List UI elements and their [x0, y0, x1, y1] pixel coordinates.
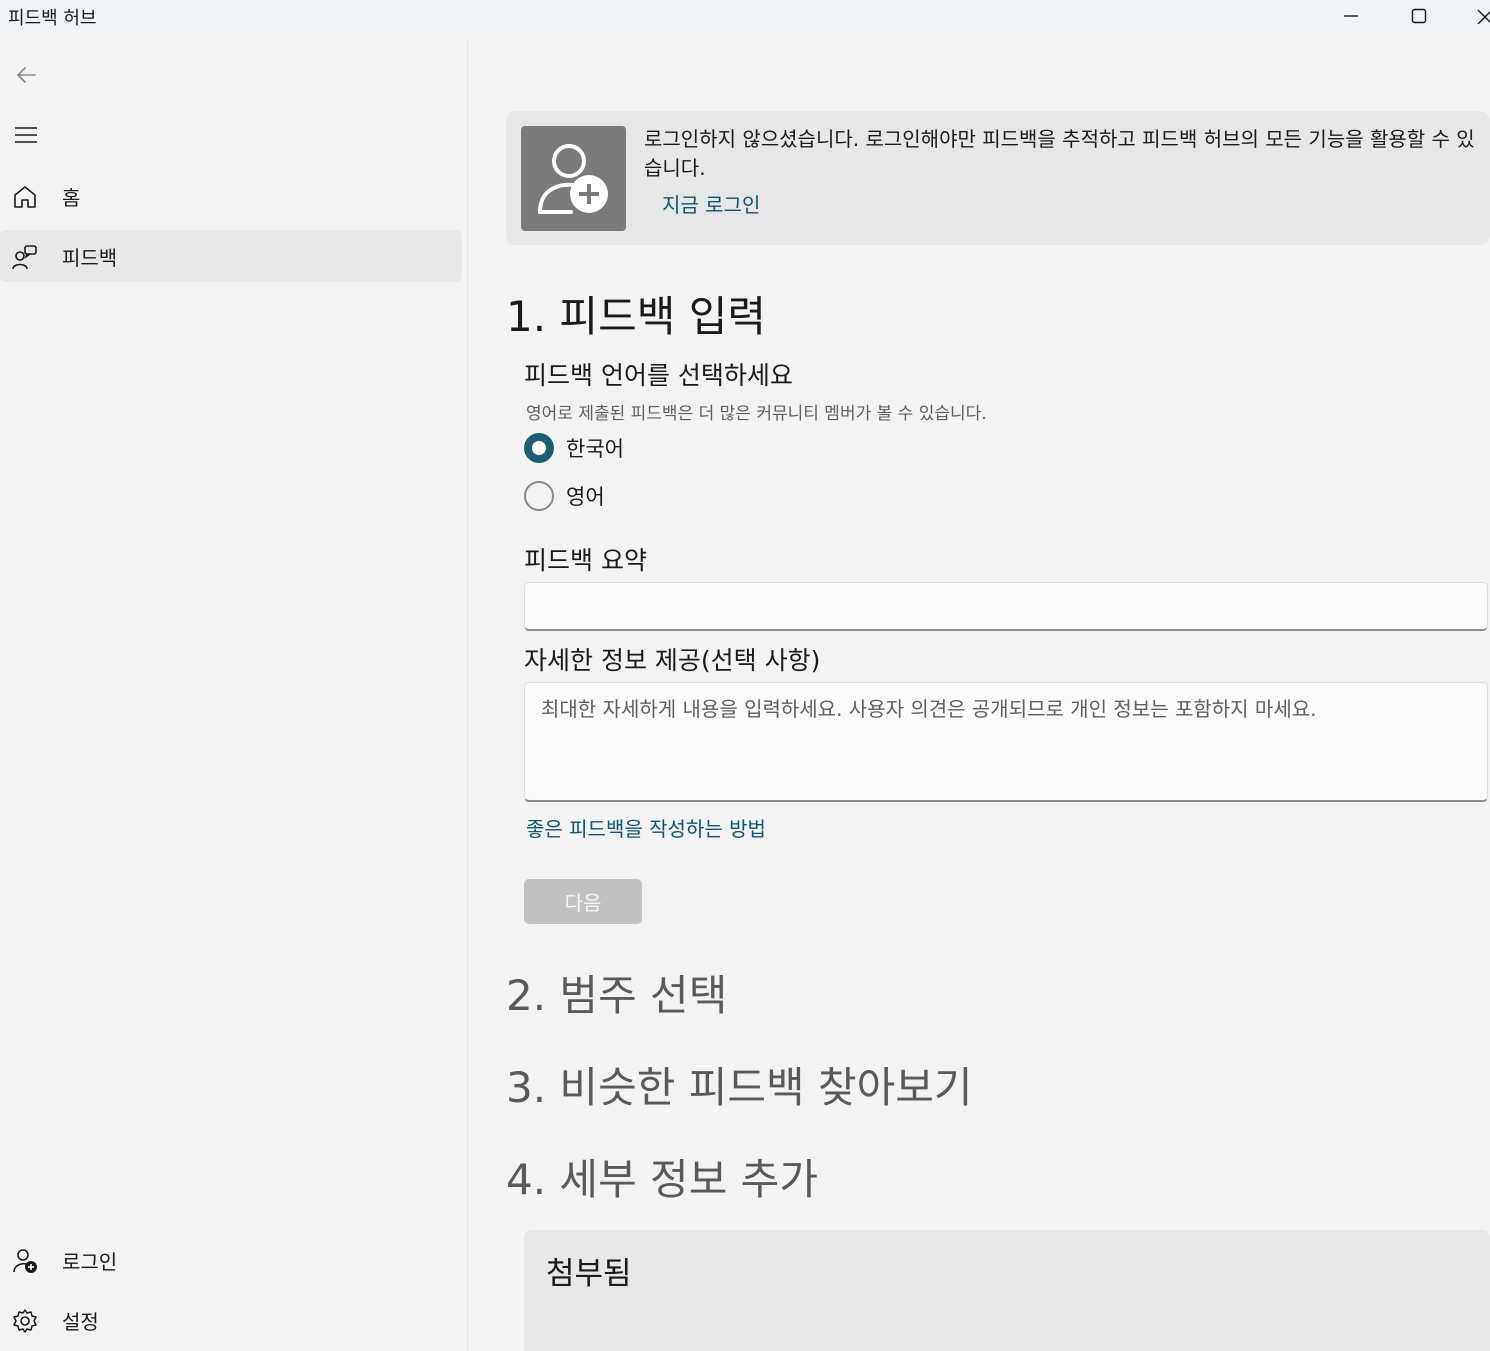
step-3-heading[interactable]: 3. 비슷한 피드백 찾아보기 [506, 1054, 973, 1115]
menu-button[interactable] [8, 117, 44, 153]
sidebar-item-home[interactable]: 홈 [0, 170, 462, 222]
main-content: 로그인하지 않으셨습니다. 로그인해야만 피드백을 추적하고 피드백 허브의 모… [470, 40, 1490, 1351]
sign-in-icon [13, 1249, 37, 1273]
sign-in-banner: 로그인하지 않으셨습니다. 로그인해야만 피드백을 추적하고 피드백 허브의 모… [506, 111, 1490, 245]
step-2-heading[interactable]: 2. 범주 선택 [506, 962, 727, 1023]
attachments-title: 첨부됨 [546, 1256, 632, 1292]
hamburger-icon [15, 127, 37, 143]
maximize-button[interactable] [1384, 0, 1454, 32]
add-user-icon [538, 144, 608, 214]
language-hint: 영어로 제출된 피드백은 더 많은 커뮤니티 멤버가 볼 수 있습니다. [526, 404, 987, 424]
maximize-icon [1411, 8, 1427, 24]
next-button[interactable]: 다음 [524, 879, 642, 924]
radio-label: 한국어 [566, 437, 624, 461]
details-label: 자세한 정보 제공(선택 사항) [524, 646, 821, 675]
close-button[interactable] [1452, 0, 1490, 32]
sign-in-link[interactable]: 지금 로그인 [662, 189, 760, 218]
sign-in-message: 로그인하지 않으셨습니다. 로그인해야만 피드백을 추적하고 피드백 허브의 모… [644, 127, 1475, 180]
radio-button[interactable] [524, 481, 554, 511]
back-arrow-icon [17, 67, 36, 83]
minimize-icon [1344, 15, 1358, 17]
language-label: 피드백 언어를 선택하세요 [524, 361, 793, 390]
radio-button[interactable] [524, 433, 554, 463]
step-4-heading[interactable]: 4. 세부 정보 추가 [506, 1146, 818, 1207]
details-textarea[interactable]: 최대한 자세하게 내용을 입력하세요. 사용자 의견은 공개되므로 개인 정보는… [524, 682, 1488, 802]
sidebar-item-sign-in[interactable]: 로그인 [0, 1234, 462, 1286]
feedback-tips-link[interactable]: 좋은 피드백을 작성하는 방법 [526, 813, 766, 842]
gear-icon [13, 1309, 37, 1333]
sidebar-item-label: 홈 [62, 185, 81, 210]
title-bar: 피드백 허브 [0, 0, 1490, 40]
radio-label: 영어 [566, 485, 605, 509]
sidebar-item-label: 설정 [62, 1309, 99, 1334]
sidebar-item-label: 피드백 [62, 245, 118, 270]
back-button[interactable] [8, 57, 44, 93]
sidebar-item-label: 로그인 [62, 1249, 118, 1274]
attachments-card: 첨부됨 [524, 1230, 1490, 1351]
sidebar-item-settings[interactable]: 설정 [0, 1294, 462, 1346]
language-option-korean[interactable]: 한국어 [524, 433, 624, 463]
sidebar-item-feedback[interactable]: 피드백 [0, 230, 462, 282]
summary-label: 피드백 요약 [524, 546, 647, 575]
avatar [521, 126, 626, 231]
feedback-icon [12, 245, 37, 270]
details-placeholder: 최대한 자세하게 내용을 입력하세요. 사용자 의견은 공개되므로 개인 정보는… [541, 697, 1317, 721]
close-icon [1477, 9, 1490, 24]
language-option-english[interactable]: 영어 [524, 481, 605, 511]
step-1-heading: 1. 피드백 입력 [506, 292, 766, 341]
summary-input[interactable] [524, 582, 1488, 631]
minimize-button[interactable] [1316, 0, 1386, 32]
app-title: 피드백 허브 [8, 8, 97, 29]
home-icon [14, 186, 36, 208]
sidebar: 홈 피드백 로그인 설정 [0, 40, 468, 1351]
